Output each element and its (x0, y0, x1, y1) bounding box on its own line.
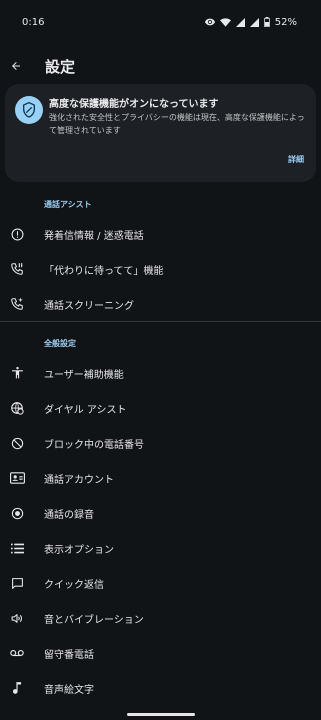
music-note-icon (0, 671, 34, 705)
card-description: 強化された安全性とプライバシーの機能は現在、高度な保護機能によって管理されていま… (49, 113, 305, 135)
voicemail-icon (0, 636, 34, 670)
signal-icon (235, 17, 245, 27)
arrow-back-icon (10, 57, 22, 76)
status-icons: 52% (204, 16, 297, 28)
details-link[interactable]: 詳細 (288, 154, 304, 165)
list-icon (0, 531, 34, 565)
call-hold-icon (0, 252, 34, 286)
section-header-call-assist: 通話アシスト (44, 200, 92, 209)
status-bar: 0:16 52% (0, 0, 321, 44)
settings-item-label: 音声絵文字 (44, 684, 94, 696)
volume-icon (0, 601, 34, 635)
section-divider (0, 321, 321, 322)
call-screen-icon (0, 287, 34, 321)
settings-item-call-screen[interactable]: 通話スクリーニング (0, 287, 321, 321)
settings-item-accessibility[interactable]: ユーザー補助機能 (0, 356, 321, 390)
settings-item-calling-accounts[interactable]: 通話アカウント (0, 461, 321, 495)
advanced-protection-card: 高度な保護機能がオンになっています 強化された安全性とプライバシーの機能は現在、… (5, 84, 316, 182)
settings-item-sound-vibration[interactable]: 音とバイブレーション (0, 601, 321, 635)
settings-item-label: 通話の録音 (44, 509, 94, 521)
settings-item-label: 音とバイブレーション (44, 614, 144, 626)
battery-percent: 52% (274, 16, 297, 28)
chat-icon (0, 566, 34, 600)
settings-item-blocked-numbers[interactable]: ブロック中の電話番号 (0, 426, 321, 460)
settings-item-label: クイック返信 (44, 579, 104, 591)
settings-item-label: 「代わりに待ってて」機能 (44, 265, 164, 277)
settings-item-call-recording[interactable]: 通話の録音 (0, 496, 321, 530)
card-title: 高度な保護機能がオンになっています (49, 99, 219, 110)
settings-item-label: 表示オプション (44, 544, 114, 556)
settings-item-label: 通話スクリーニング (44, 300, 134, 312)
info-icon (0, 217, 34, 251)
settings-item-hold-for-me[interactable]: 「代わりに待ってて」機能 (0, 252, 321, 286)
settings-item-label: ユーザー補助機能 (44, 369, 124, 381)
signal-icon (249, 17, 259, 27)
section-header-general: 全般設定 (44, 339, 76, 348)
page-title: 設定 (45, 57, 76, 76)
battery-icon (263, 17, 270, 27)
status-time: 0:16 (22, 16, 45, 28)
accessibility-icon (0, 356, 34, 390)
settings-item-voicemail[interactable]: 留守番電話 (0, 636, 321, 670)
settings-item-audio-emoji[interactable]: 音声絵文字 (0, 671, 321, 705)
settings-item-display-options[interactable]: 表示オプション (0, 531, 321, 565)
eye-icon (204, 18, 215, 26)
dial-assist-icon (0, 391, 34, 425)
block-icon (0, 426, 34, 460)
settings-item-caller-id-spam[interactable]: 発着信情報 / 迷惑電話 (0, 217, 321, 251)
settings-item-label: 留守番電話 (44, 649, 94, 661)
settings-item-label: 発着信情報 / 迷惑電話 (44, 230, 144, 242)
settings-item-label: ブロック中の電話番号 (44, 439, 144, 451)
contact-card-icon (0, 461, 34, 495)
gesture-nav-handle[interactable] (127, 713, 195, 716)
wifi-icon (219, 17, 231, 27)
settings-item-dial-assist[interactable]: ダイヤル アシスト (0, 391, 321, 425)
settings-item-quick-responses[interactable]: クイック返信 (0, 566, 321, 600)
settings-item-label: 通話アカウント (44, 474, 114, 486)
back-button[interactable] (0, 44, 38, 88)
app-bar: 設定 (0, 44, 321, 88)
record-icon (0, 496, 34, 530)
settings-item-label: ダイヤル アシスト (44, 404, 127, 416)
shield-icon (15, 96, 43, 124)
